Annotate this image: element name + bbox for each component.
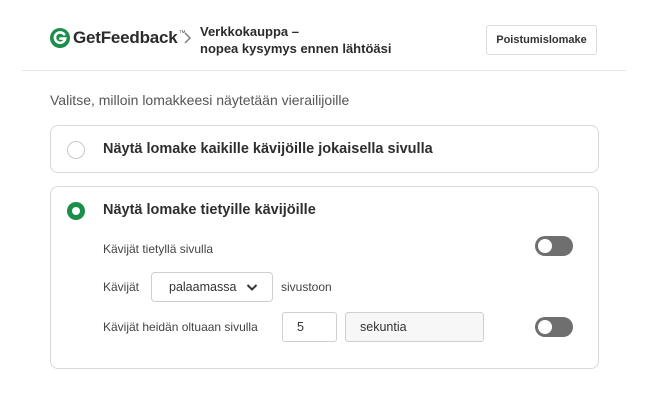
- toggle-knob: [538, 320, 552, 334]
- logo-text: GetFeedback: [73, 28, 178, 47]
- returning-prefix-label: Kävijät: [103, 280, 140, 294]
- radio-all-visitors[interactable]: [67, 141, 85, 159]
- time-value: 5: [297, 320, 304, 334]
- getfeedback-logo-icon: [50, 28, 70, 48]
- radio-specific-visitors[interactable]: [67, 202, 85, 220]
- instruction-text: Valitse, milloin lomakkeesi näytetään vi…: [50, 92, 350, 108]
- toggle-knob: [538, 239, 552, 253]
- chevron-down-icon: [246, 284, 258, 291]
- breadcrumb-chevron-icon: [184, 32, 191, 44]
- specific-page-label: Kävijät tietyllä sivulla: [103, 242, 214, 256]
- option-specific-visitors[interactable]: Näytä lomake tietyille kävijöille Kävijä…: [50, 186, 599, 369]
- header: GetFeedback ™ Verkkokauppa – nopea kysym…: [0, 0, 646, 72]
- header-divider: [22, 70, 626, 71]
- time-on-page-label: Kävijät heidän oltuaan sivulla: [103, 320, 258, 334]
- exit-form-button[interactable]: Poistumislomake: [486, 25, 597, 55]
- time-unit-field[interactable]: sekuntia: [345, 312, 484, 342]
- option-specific-visitors-label: Näytä lomake tietyille kävijöille: [103, 202, 316, 218]
- getfeedback-logo[interactable]: GetFeedback ™: [50, 28, 186, 48]
- returning-suffix-label: sivustoon: [281, 280, 332, 294]
- time-unit: sekuntia: [360, 320, 407, 334]
- time-on-page-toggle[interactable]: [535, 317, 573, 337]
- specific-page-toggle[interactable]: [535, 236, 573, 256]
- page-title: Verkkokauppa – nopea kysymys ennen lähtö…: [200, 23, 391, 57]
- returning-select-value: palaamassa: [169, 280, 237, 294]
- page: GetFeedback ™ Verkkokauppa – nopea kysym…: [0, 0, 646, 400]
- page-title-line-1: Verkkokauppa –: [200, 24, 299, 39]
- option-all-visitors[interactable]: Näytä lomake kaikille kävijöille jokaise…: [50, 125, 599, 173]
- returning-select[interactable]: palaamassa: [151, 272, 273, 302]
- time-value-input[interactable]: 5: [282, 312, 337, 342]
- option-all-visitors-label: Näytä lomake kaikille kävijöille jokaise…: [103, 141, 433, 157]
- page-title-line-2: nopea kysymys ennen lähtöäsi: [200, 41, 392, 56]
